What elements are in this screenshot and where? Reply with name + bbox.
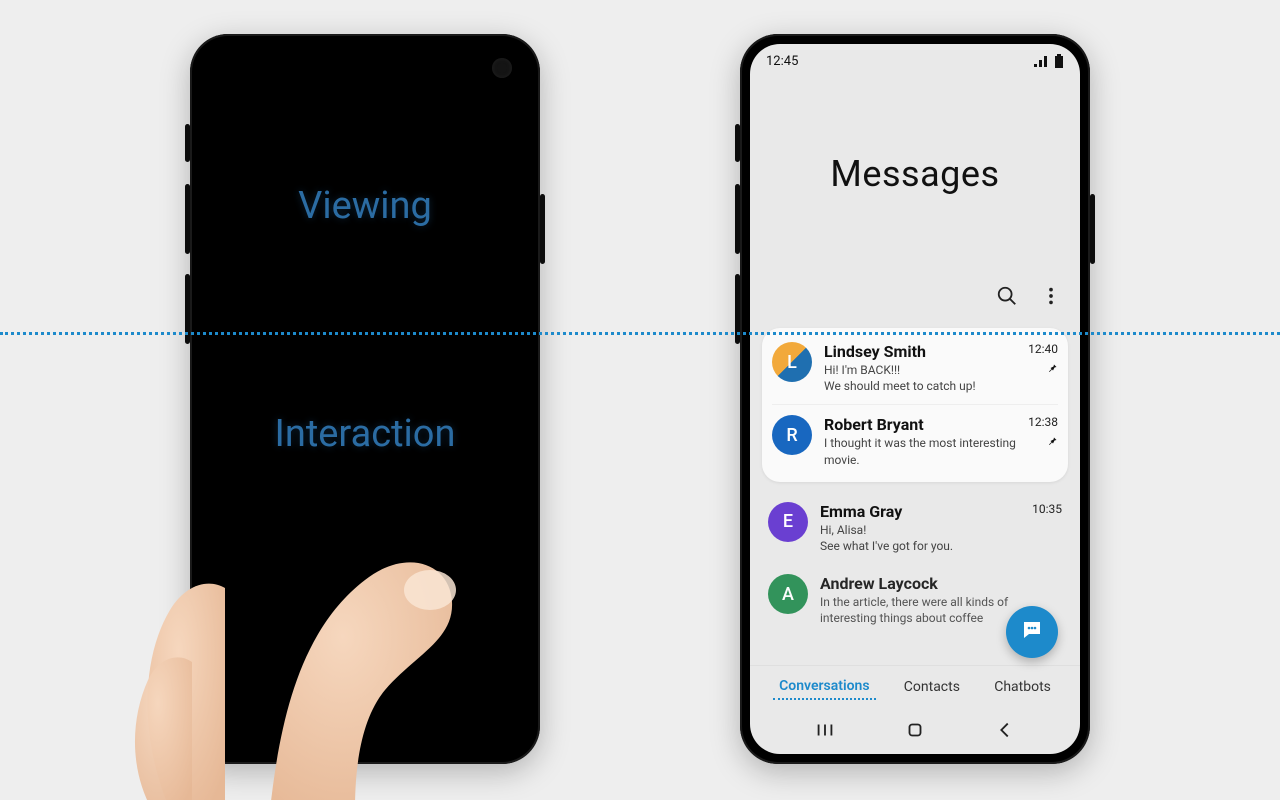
android-nav-bar <box>750 708 1080 754</box>
avatar-letter: R <box>786 425 797 446</box>
right-phone-frame: 12:45 Messages L <box>740 34 1090 764</box>
volume-up-button <box>735 184 740 254</box>
status-bar: 12:45 <box>750 44 1080 74</box>
viewing-area-label: Viewing <box>200 184 530 228</box>
conversation-name: Lindsey Smith <box>824 342 1022 361</box>
pin-icon <box>1046 435 1058 451</box>
conversation-row[interactable]: E Emma Gray Hi, Alisa! See what I've got… <box>762 492 1068 564</box>
conversation-time: 12:38 <box>1028 415 1058 429</box>
conversation-name: Andrew Laycock <box>820 574 1062 593</box>
volume-up-button <box>185 184 190 254</box>
avatar-letter: A <box>782 584 794 605</box>
left-phone-frame: Viewing Interaction <box>190 34 540 764</box>
horizontal-divider-line <box>0 332 1280 335</box>
conversation-name: Emma Gray <box>820 502 1026 521</box>
bixby-button <box>735 124 740 162</box>
front-camera-hole <box>492 58 512 78</box>
right-phone-screen: 12:45 Messages L <box>750 44 1080 754</box>
conversation-preview: I thought it was the most interesting mo… <box>824 435 1022 467</box>
pin-icon <box>1046 362 1058 378</box>
avatar: E <box>768 502 808 542</box>
header-actions <box>750 274 1080 324</box>
signal-icon <box>1034 55 1050 67</box>
bixby-button <box>185 124 190 162</box>
back-nav-icon[interactable] <box>994 719 1016 741</box>
status-icons <box>1034 54 1064 68</box>
avatar: L <box>772 342 812 382</box>
power-button <box>1090 194 1095 264</box>
pinned-conversations-card: L Lindsey Smith Hi! I'm BACK!!! We shoul… <box>762 328 1068 482</box>
conversation-name: Robert Bryant <box>824 415 1022 434</box>
conversation-row[interactable]: L Lindsey Smith Hi! I'm BACK!!! We shoul… <box>762 332 1068 404</box>
page-title: Messages <box>750 74 1080 274</box>
avatar: R <box>772 415 812 455</box>
avatar-letter: L <box>787 352 797 373</box>
avatar: A <box>768 574 808 614</box>
conversation-row[interactable]: R Robert Bryant I thought it was the mos… <box>772 404 1058 477</box>
tab-conversations[interactable]: Conversations <box>773 674 875 700</box>
more-options-icon[interactable] <box>1040 285 1062 307</box>
tab-chatbots[interactable]: Chatbots <box>988 675 1057 699</box>
conversation-time: 12:40 <box>1028 342 1058 356</box>
left-phone-screen: Viewing Interaction <box>200 44 530 754</box>
home-nav-icon[interactable] <box>904 719 926 741</box>
status-time: 12:45 <box>766 54 798 69</box>
compose-message-fab[interactable] <box>1006 606 1058 658</box>
conversation-time: 10:35 <box>1032 502 1062 516</box>
chat-bubble-icon <box>1020 618 1044 646</box>
avatar-letter: E <box>783 511 793 532</box>
conversation-preview: Hi, Alisa! See what I've got for you. <box>820 522 1026 554</box>
power-button <box>540 194 545 264</box>
recents-nav-icon[interactable] <box>814 719 836 741</box>
conversation-preview: Hi! I'm BACK!!! We should meet to catch … <box>824 362 1022 394</box>
tab-contacts[interactable]: Contacts <box>898 675 966 699</box>
interaction-area-label: Interaction <box>200 412 530 456</box>
battery-icon <box>1054 54 1064 68</box>
bottom-tab-bar: Conversations Contacts Chatbots <box>750 665 1080 708</box>
search-icon[interactable] <box>996 285 1018 307</box>
